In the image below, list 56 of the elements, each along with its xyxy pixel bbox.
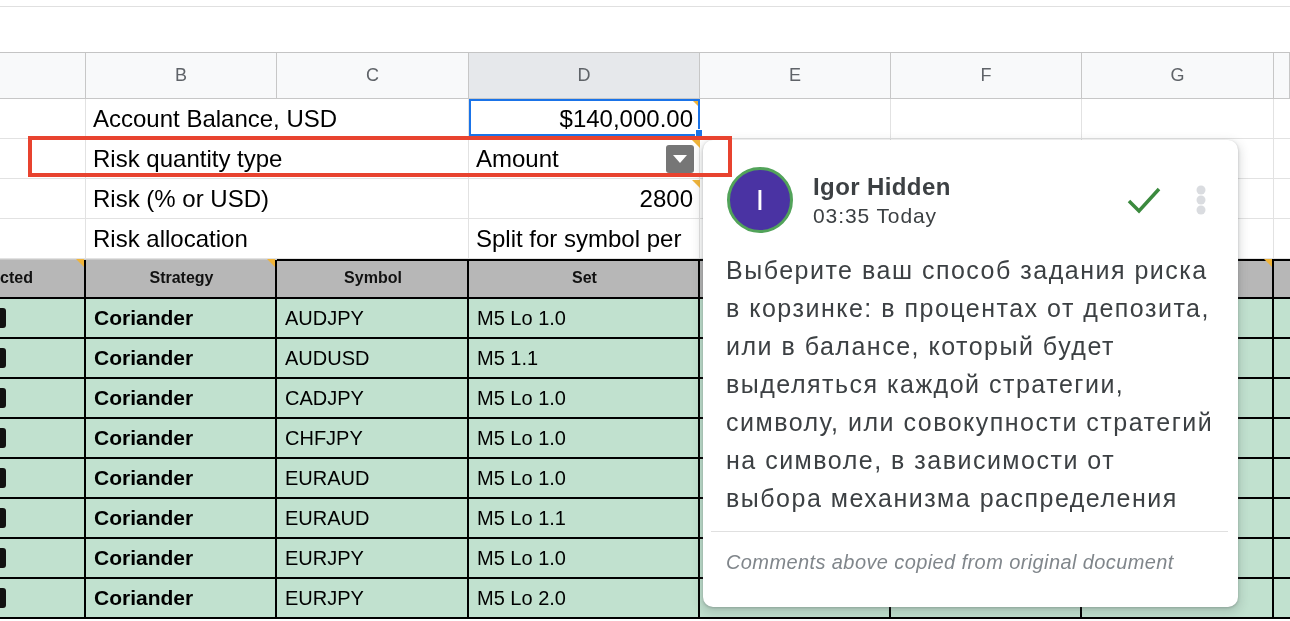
checkbox-icon[interactable]	[0, 588, 6, 608]
comment-note: Comments above copied from original document	[726, 550, 1175, 575]
comment-text: Выберите ваш способ задания риска в корзинке: в процентах от депозита, или в балансе, который будет выделяться каждой стратегии, символу, или совокупности стратегий на символе, в зависимости от выбора механизма распределения	[726, 255, 1215, 514]
column-heading: Set	[572, 269, 597, 287]
dropdown-button[interactable]	[666, 145, 694, 173]
checkbox-icon[interactable]	[0, 548, 6, 568]
strategy-name: Coriander	[94, 426, 194, 450]
symbol-text: EURJPY	[285, 586, 364, 610]
symbol-text: AUDJPY	[285, 306, 364, 330]
setting-label: Risk (% or USD)	[93, 185, 269, 213]
strategy-name: Coriander	[94, 586, 194, 610]
avatar: I	[727, 167, 793, 233]
set-name: M5 Lo 1.0	[477, 546, 566, 570]
strategy-name: Coriander	[94, 386, 194, 410]
checkbox-icon[interactable]	[0, 468, 6, 488]
symbol-text: CADJPY	[285, 386, 364, 410]
column-heading: Strategy	[149, 269, 214, 287]
selection-frame[interactable]	[469, 99, 700, 136]
set-name: M5 Lo 2.0	[477, 586, 566, 610]
set-name: M5 Lo 1.0	[477, 306, 566, 330]
strategy-name: Coriander	[94, 506, 194, 530]
author-name: Igor Hidden	[813, 171, 952, 202]
set-name: M5 Lo 1.1	[477, 506, 566, 530]
symbol-text: AUDUSD	[285, 346, 370, 370]
setting-label: Risk allocation	[93, 225, 248, 253]
setting-value: Amount	[476, 145, 559, 173]
checkbox-icon[interactable]	[0, 388, 6, 408]
symbol-text: EURAUD	[285, 466, 370, 490]
setting-value: $140,000.00	[559, 105, 693, 133]
checkbox-icon[interactable]	[0, 348, 6, 368]
setting-value: 2800	[639, 185, 693, 213]
setting-label: Risk quantity type	[93, 145, 283, 173]
set-name: M5 Lo 1.0	[477, 426, 566, 450]
column-header[interactable]: D	[469, 53, 700, 99]
symbol-text: CHFJPY	[285, 426, 363, 450]
strategy-name: Coriander	[94, 306, 194, 330]
check-icon[interactable]	[1127, 186, 1161, 214]
strategy-name: Coriander	[94, 346, 194, 370]
caret-icon	[673, 155, 687, 163]
strategy-name: Coriander	[94, 466, 194, 490]
setting-value: Split for symbol per	[476, 225, 682, 253]
checkbox-icon[interactable]	[0, 428, 6, 448]
set-name: M5 1.1	[477, 346, 539, 370]
set-name: M5 Lo 1.0	[477, 386, 566, 410]
set-name: M5 Lo 1.0	[477, 466, 566, 490]
column-heading: Symbol	[344, 269, 402, 287]
formula-bar[interactable]	[0, 6, 1290, 53]
symbol-text: EURAUD	[285, 506, 370, 530]
setting-label: Account Balance, USD	[93, 105, 338, 133]
comment-time: 03:35 Today	[813, 202, 938, 229]
checkbox-icon[interactable]	[0, 508, 6, 528]
strategy-name: Coriander	[94, 546, 194, 570]
symbol-text: EURJPY	[285, 546, 364, 570]
column-heading: cted	[0, 269, 33, 287]
fill-handle-icon[interactable]	[695, 129, 703, 137]
checkbox-icon[interactable]	[0, 308, 6, 328]
